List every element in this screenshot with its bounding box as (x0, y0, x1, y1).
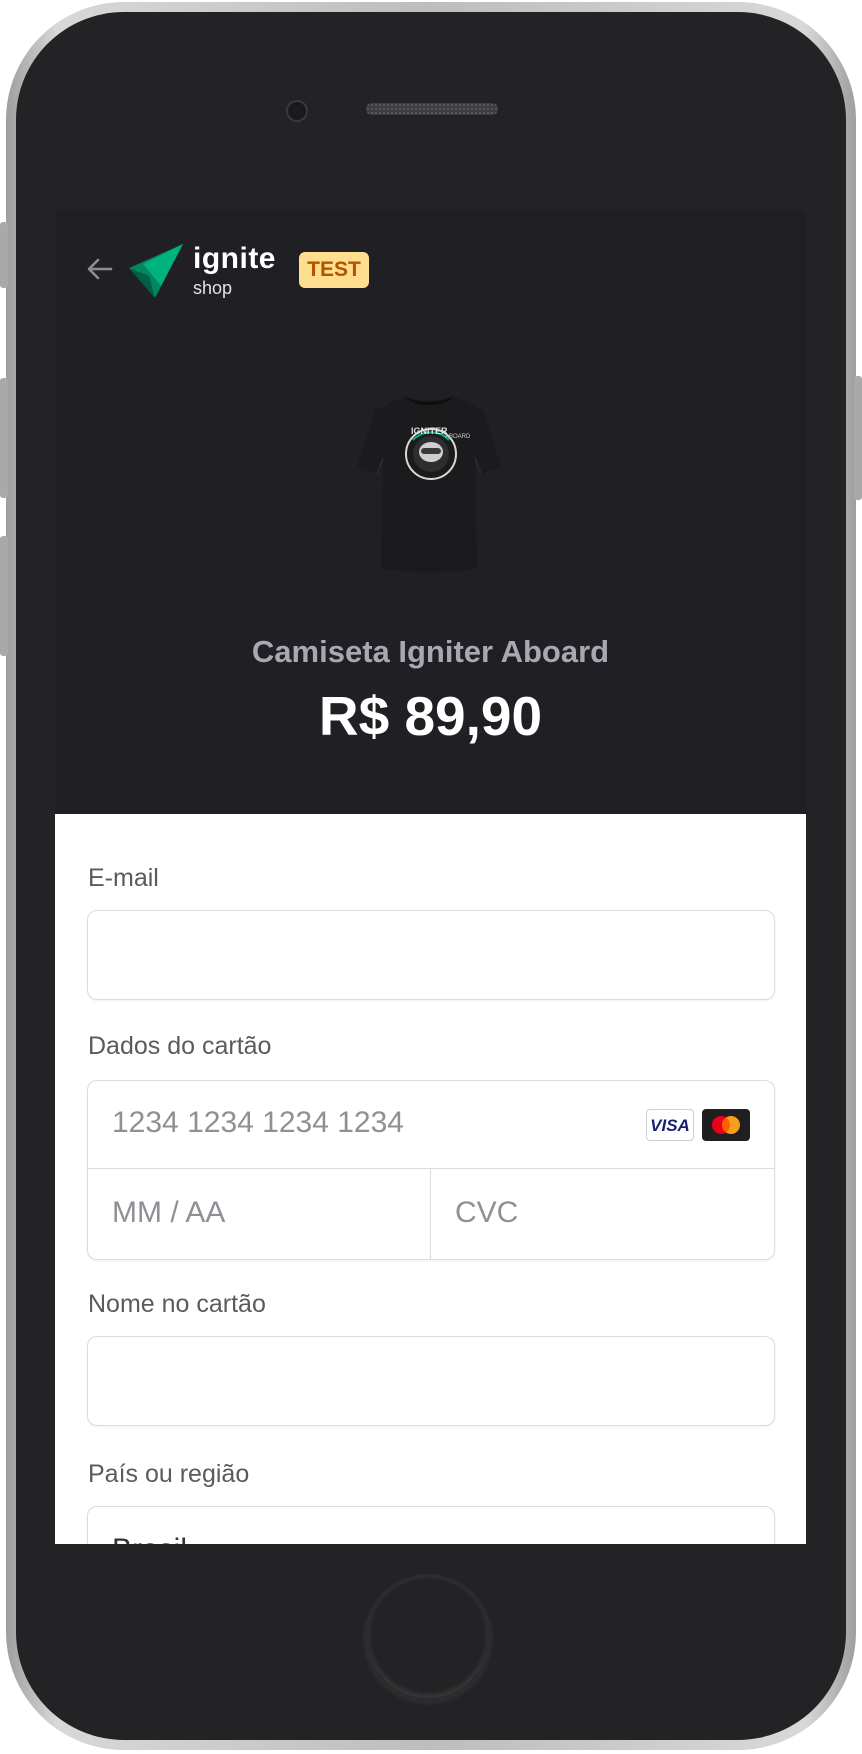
brand-sub: shop (193, 278, 233, 298)
country-select[interactable]: Brasil (87, 1506, 775, 1544)
product-price: R$ 89,90 (318, 685, 543, 747)
visa-icon: VISA (646, 1109, 694, 1141)
ignite-logo-icon (129, 244, 183, 298)
earpiece-speaker (366, 103, 498, 115)
country-label: País ou região (88, 1460, 250, 1488)
country-value: Brasil (112, 1533, 187, 1544)
expiry-field[interactable]: MM / AA (88, 1169, 431, 1259)
brand-name: ignite (193, 242, 276, 275)
email-field[interactable] (87, 910, 775, 1000)
card-number-placeholder: 1234 1234 1234 1234 (112, 1106, 404, 1139)
expiry-placeholder: MM / AA (112, 1196, 226, 1229)
card-number-field[interactable]: 1234 1234 1234 1234 VISA (88, 1081, 774, 1169)
card-details-label: Dados do cartão (88, 1032, 272, 1060)
cvc-placeholder: CVC (455, 1196, 519, 1229)
screen: ignite shop TEST IGNITER ABOARD Camiseta… (55, 210, 806, 1544)
front-camera (286, 100, 308, 122)
svg-text:IGNITER: IGNITER (411, 426, 448, 436)
arrow-left-icon[interactable] (85, 254, 115, 284)
mastercard-icon (702, 1109, 750, 1141)
svg-text:ABOARD: ABOARD (445, 434, 471, 440)
tshirt-image: IGNITER ABOARD (357, 396, 501, 573)
email-label: E-mail (88, 864, 159, 892)
power-button (854, 376, 862, 500)
test-mode-badge: TEST (299, 252, 369, 288)
cardholder-name-field[interactable] (87, 1336, 775, 1426)
volume-up-button (0, 378, 8, 498)
checkout-header: ignite shop TEST IGNITER ABOARD Camiseta… (55, 210, 806, 814)
cvc-field[interactable]: CVC (431, 1169, 774, 1259)
cardholder-name-label: Nome no cartão (88, 1290, 266, 1318)
product-name: Camiseta Igniter Aboard (251, 634, 610, 669)
card-details-group: 1234 1234 1234 1234 VISA MM / AA CVC (87, 1080, 775, 1260)
volume-down-button (0, 536, 8, 656)
mute-switch (0, 222, 8, 288)
home-button[interactable] (364, 1574, 492, 1702)
